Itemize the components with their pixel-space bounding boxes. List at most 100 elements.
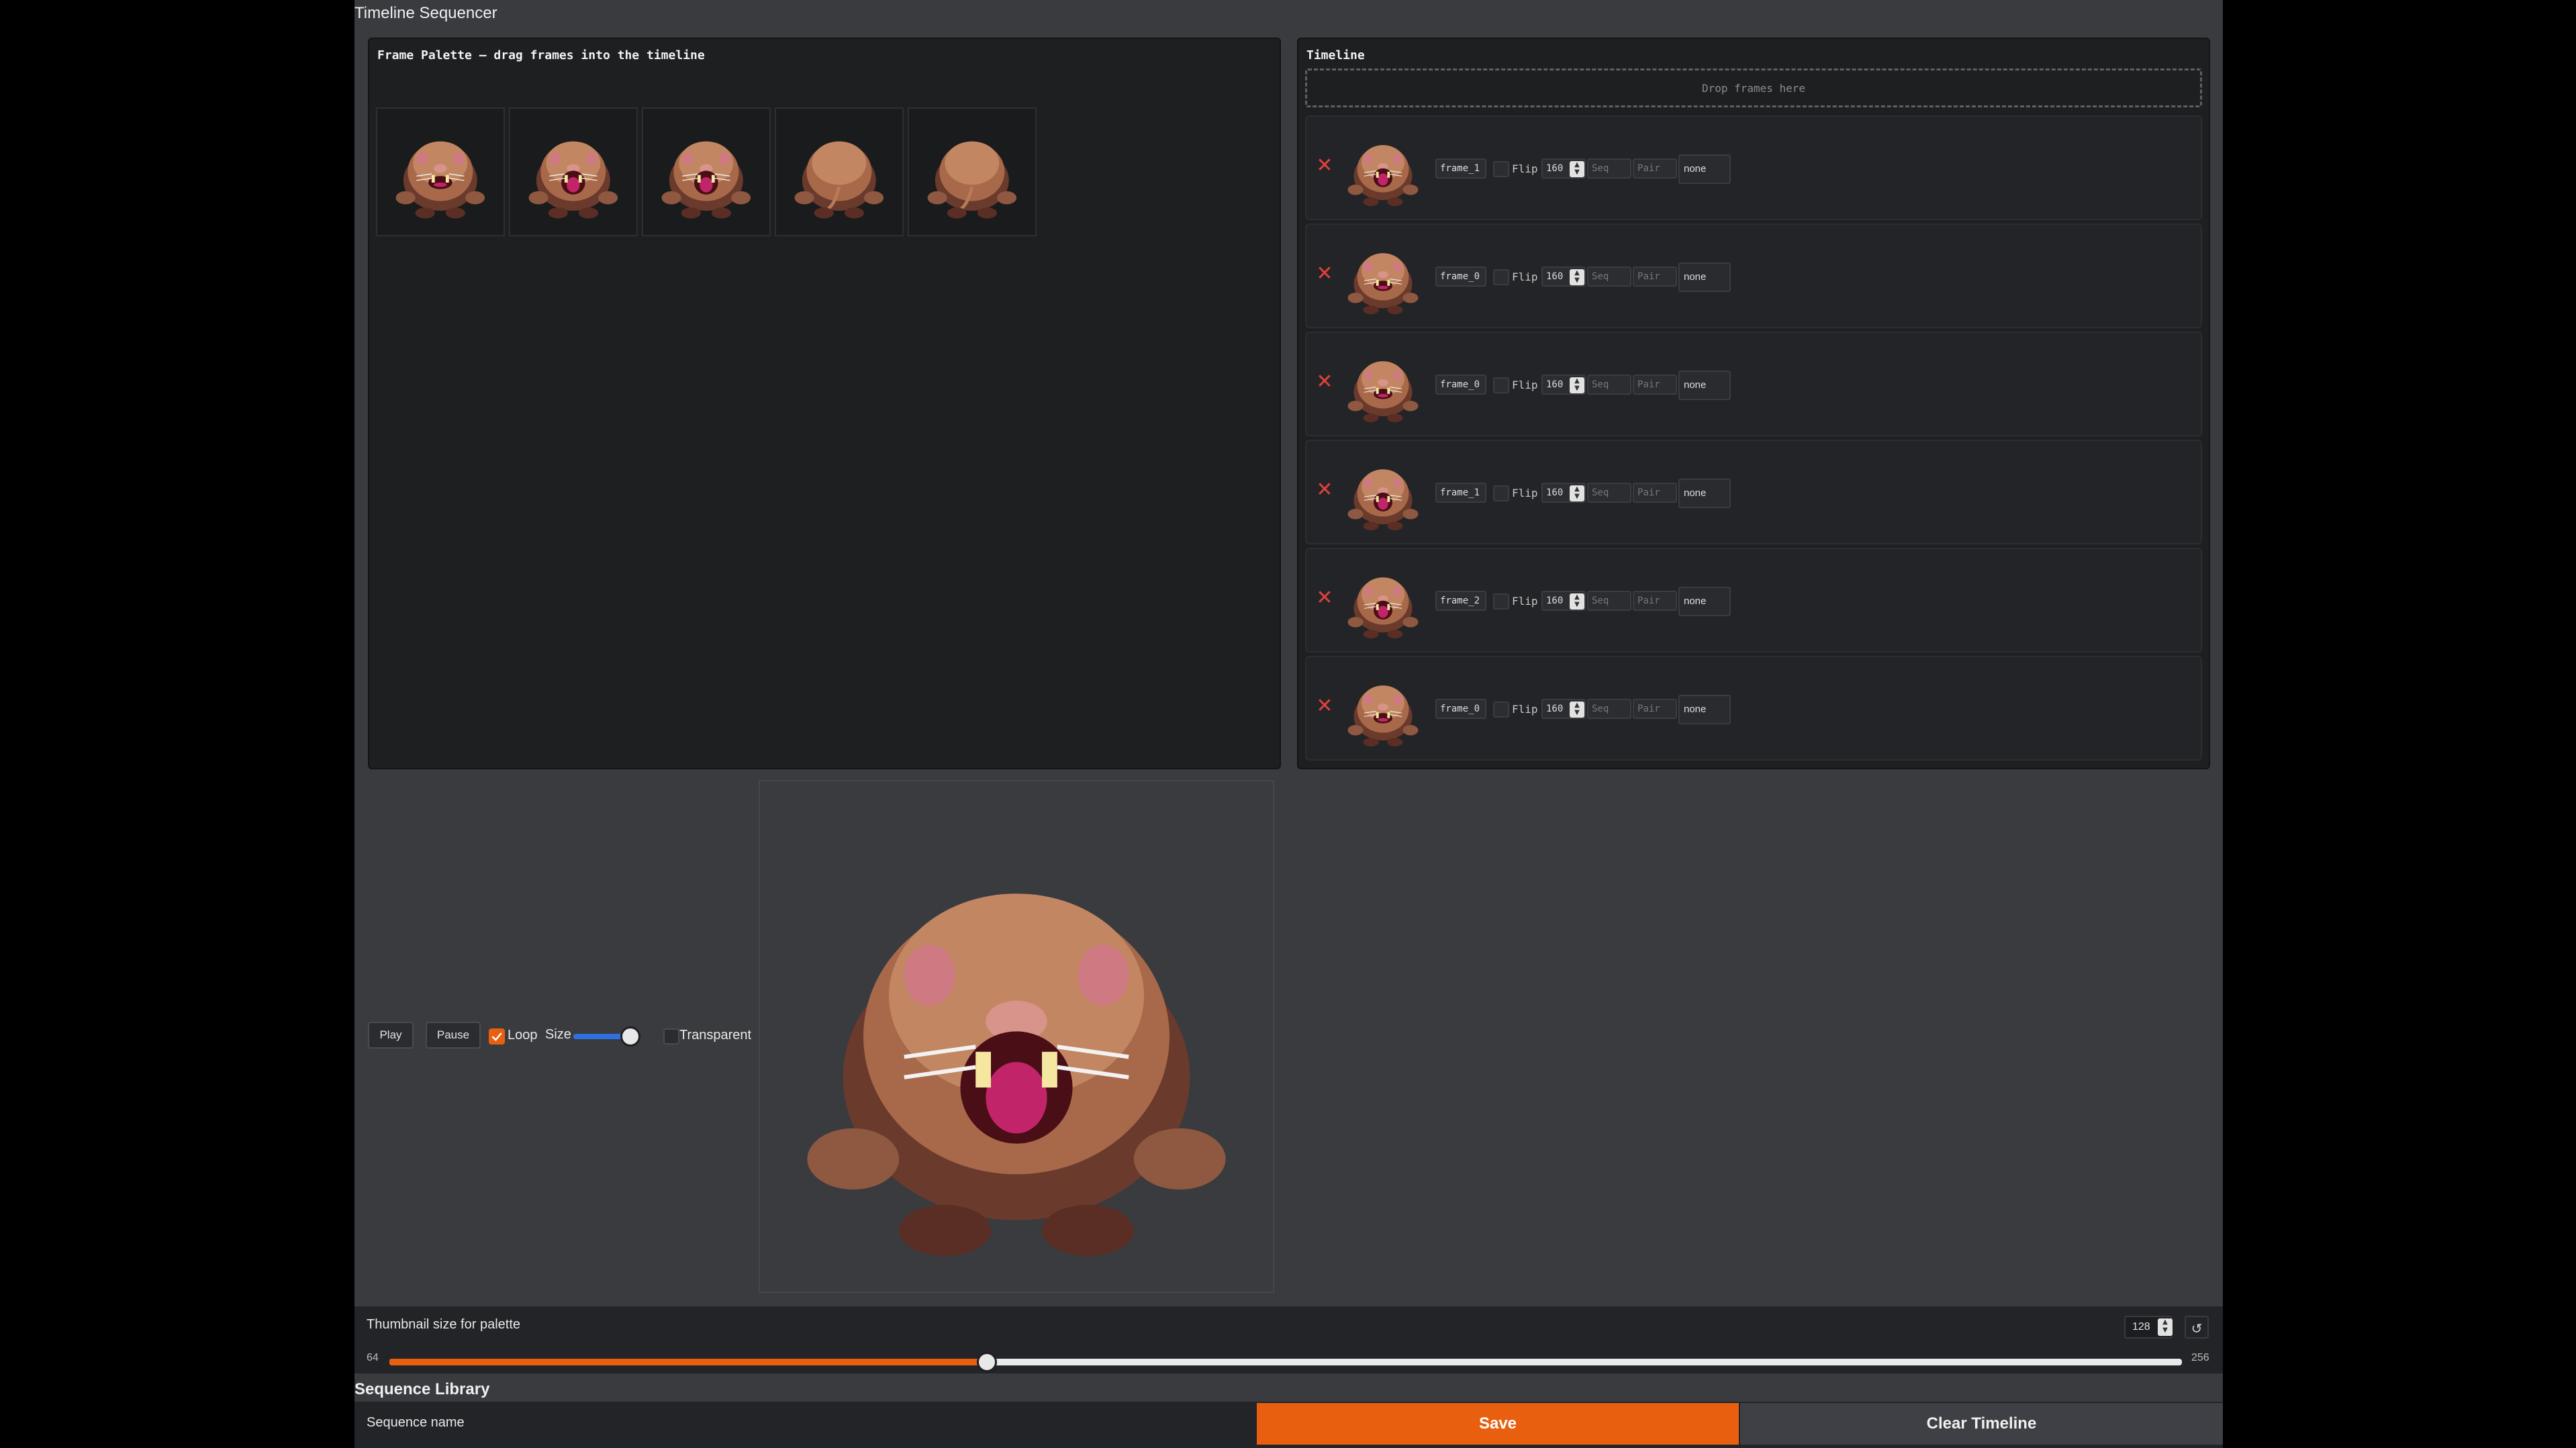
timeline-row[interactable]: ✕ frame_0 Flip 160 ▲ ▼ Seq Pair none — [1305, 224, 2202, 328]
mole-sprite-thumbnail — [927, 141, 1017, 219]
frame-name-field[interactable]: frame_0 — [1435, 375, 1486, 395]
flip-checkbox[interactable] — [1493, 485, 1509, 501]
animation-preview — [759, 780, 1274, 1293]
mole-sprite-thumbnail — [1347, 685, 1419, 747]
mole-sprite-thumbnail — [528, 141, 618, 219]
mole-sprite-thumbnail — [1347, 469, 1419, 531]
duration-stepper[interactable]: ▲ ▼ — [1570, 269, 1584, 285]
flip-label: Flip — [1512, 487, 1538, 499]
frame-name-field[interactable]: frame_1 — [1435, 158, 1486, 179]
close-icon[interactable]: ✕ — [1315, 696, 1335, 716]
close-icon[interactable]: ✕ — [1315, 588, 1335, 608]
timeline-row[interactable]: ✕ frame_0 Flip 160 ▲ ▼ Seq Pair none — [1305, 656, 2202, 761]
duration-stepper[interactable]: ▲ ▼ — [1570, 702, 1584, 718]
transparent-label: Transparent — [679, 1028, 752, 1043]
duration-stepper[interactable]: ▲ ▼ — [1570, 485, 1584, 501]
thumbnail-min-label: 64 — [367, 1352, 379, 1363]
mole-sprite-thumbnail — [1347, 253, 1419, 315]
duration-stepper[interactable]: ▲ ▼ — [1570, 377, 1584, 393]
timeline-row[interactable]: ✕ frame_2 Flip 160 ▲ ▼ Seq Pair none — [1305, 548, 2202, 653]
thumbnail-size-label: Thumbnail size for palette — [367, 1317, 521, 1332]
frame-name-field[interactable]: frame_2 — [1435, 591, 1486, 611]
play-button[interactable]: Play — [368, 1022, 414, 1049]
timeline-panel: Timeline Drop frames here ✕ frame_1 Flip 16… — [1297, 38, 2210, 769]
clear-timeline-button[interactable]: Clear Timeline — [1740, 1403, 2223, 1445]
flip-label: Flip — [1512, 162, 1538, 175]
timeline-title: Timeline — [1306, 48, 1365, 62]
flip-label: Flip — [1512, 703, 1538, 716]
pair-field[interactable]: Pair — [1633, 375, 1677, 395]
loop-checkbox[interactable] — [489, 1028, 505, 1045]
flip-checkbox[interactable] — [1493, 161, 1509, 177]
mole-sprite-thumbnail — [395, 141, 485, 219]
timeline-row[interactable]: ✕ frame_1 Flip 160 ▲ ▼ Seq Pair none — [1305, 440, 2202, 544]
duration-stepper[interactable]: ▲ ▼ — [1570, 161, 1584, 177]
mole-sprite-thumbnail — [661, 141, 751, 219]
pause-button[interactable]: Pause — [426, 1022, 481, 1049]
timeline-row[interactable]: ✕ frame_1 Flip 160 ▲ ▼ Seq Pair none — [1305, 115, 2202, 220]
loop-label: Loop — [508, 1028, 538, 1043]
checkmark-icon — [491, 1032, 502, 1041]
flip-checkbox[interactable] — [1493, 702, 1509, 718]
transition-select[interactable]: none — [1678, 587, 1731, 616]
transparent-checkbox[interactable] — [663, 1028, 679, 1045]
thumbnail-size-stepper[interactable]: ▲ ▼ — [2158, 1318, 2173, 1336]
seq-field[interactable]: Seq — [1587, 158, 1631, 179]
reset-icon[interactable]: ↺ — [2185, 1316, 2209, 1339]
frame-name-field[interactable]: frame_0 — [1435, 699, 1486, 719]
thumbnail-slider-knob[interactable] — [977, 1352, 997, 1372]
size-label: Size — [545, 1027, 571, 1042]
mole-sprite-preview — [807, 894, 1226, 1256]
timeline-dropzone[interactable]: Drop frames here — [1305, 68, 2202, 107]
thumbnail-slider-track[interactable] — [389, 1359, 2182, 1365]
pair-field[interactable]: Pair — [1633, 158, 1677, 179]
duration-stepper[interactable]: ▲ ▼ — [1570, 593, 1584, 610]
frame-palette-title: Frame Palette — drag frames into the tim… — [377, 48, 705, 62]
palette-frame-frame_1[interactable] — [509, 107, 638, 236]
mole-sprite-thumbnail — [1347, 361, 1419, 423]
pair-field[interactable]: Pair — [1633, 591, 1677, 611]
close-icon[interactable]: ✕ — [1315, 480, 1335, 500]
thumbnail-size-panel: Thumbnail size for palette 128 ▲ ▼ ↺ 64 2… — [354, 1306, 2223, 1373]
close-icon[interactable]: ✕ — [1315, 372, 1335, 392]
mole-sprite-thumbnail — [1347, 145, 1419, 207]
pair-field[interactable]: Pair — [1633, 483, 1677, 503]
seq-field[interactable]: Seq — [1587, 483, 1631, 503]
seq-field[interactable]: Seq — [1587, 699, 1631, 719]
transition-select[interactable]: none — [1678, 695, 1731, 724]
seq-field[interactable]: Seq — [1587, 375, 1631, 395]
seq-field[interactable]: Seq — [1587, 591, 1631, 611]
flip-label: Flip — [1512, 379, 1538, 391]
flip-checkbox[interactable] — [1493, 269, 1509, 285]
page-title: Timeline Sequencer — [354, 4, 497, 22]
transition-select[interactable]: none — [1678, 371, 1731, 400]
frame-name-field[interactable]: frame_0 — [1435, 267, 1486, 287]
flip-checkbox[interactable] — [1493, 377, 1509, 393]
pair-field[interactable]: Pair — [1633, 267, 1677, 287]
flip-checkbox[interactable] — [1493, 593, 1509, 610]
flip-label: Flip — [1512, 271, 1538, 283]
frame-name-field[interactable]: frame_1 — [1435, 483, 1486, 503]
frame-palette-panel: Frame Palette — drag frames into the tim… — [368, 38, 1281, 769]
flip-label: Flip — [1512, 595, 1538, 608]
mole-sprite-thumbnail — [794, 141, 884, 219]
mole-sprite-thumbnail — [1347, 577, 1419, 639]
sequence-library-title: Sequence Library — [354, 1380, 490, 1398]
transition-select[interactable]: none — [1678, 262, 1731, 292]
palette-frame-frame_2[interactable] — [642, 107, 771, 236]
timeline-row[interactable]: ✕ frame_0 Flip 160 ▲ ▼ Seq Pair none — [1305, 332, 2202, 436]
close-icon[interactable]: ✕ — [1315, 264, 1335, 284]
pair-field[interactable]: Pair — [1633, 699, 1677, 719]
transition-select[interactable]: none — [1678, 154, 1731, 184]
seq-field[interactable]: Seq — [1587, 267, 1631, 287]
palette-frame-frame_4[interactable] — [908, 107, 1037, 236]
transition-select[interactable]: none — [1678, 479, 1731, 508]
close-icon[interactable]: ✕ — [1315, 156, 1335, 176]
palette-frame-frame_3[interactable] — [775, 107, 904, 236]
save-button[interactable]: Save — [1257, 1403, 1739, 1445]
palette-frame-frame_0[interactable] — [376, 107, 505, 236]
timeline-sequencer-app: Timeline Sequencer Frame Palette — drag … — [354, 0, 2223, 1448]
sequence-library-panel: Sequence name Save Clear Timeline — [354, 1402, 2223, 1448]
size-slider-knob[interactable] — [620, 1026, 640, 1047]
thumbnail-max-label: 256 — [2191, 1352, 2209, 1363]
